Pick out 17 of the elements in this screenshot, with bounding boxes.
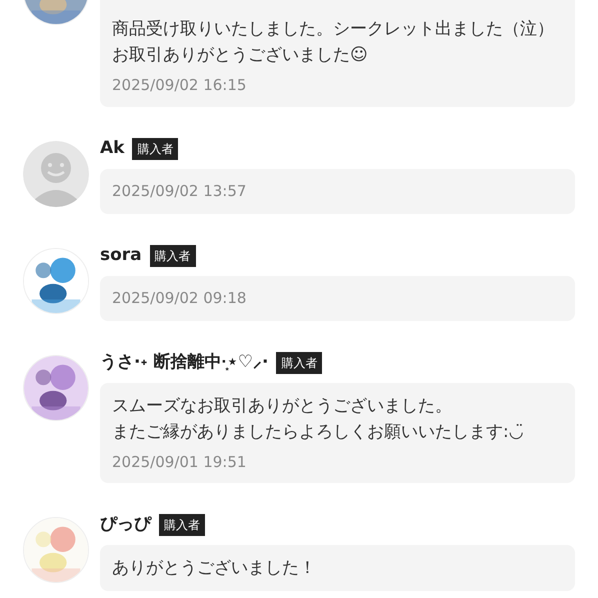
user-name: sora	[100, 244, 142, 267]
comment-time: 2025/09/02 16:15	[112, 75, 248, 96]
comment-time: 2025/09/01 19:51	[112, 452, 248, 472]
buyer-label: 購入者	[159, 514, 205, 536]
user-name: Ak	[100, 136, 124, 160]
buyer-label: 購入者	[132, 138, 178, 160]
buyer-label: 購入者	[150, 244, 196, 266]
default-avatar-icon	[23, 140, 89, 206]
comment-text: ありがとうございました！	[112, 557, 317, 580]
comment-time: 2025/09/02 13:57	[112, 180, 248, 202]
comment-line: スムーズなお取引ありがとうございました。	[112, 394, 453, 418]
user-name: ぴっぴ	[100, 513, 151, 536]
comment-line: またご縁がありましたらよろしくお願いいたします:◡̈	[112, 420, 525, 444]
comment-text: 商品受け取りいたしました。シークレット出ました（泣）お取引ありがとうございました☺	[112, 18, 555, 67]
comment-time: 2025/09/02 09:18	[112, 288, 248, 309]
buyer-label: 購入者	[276, 352, 322, 374]
user-name: うさ·˖ 断捨離中·͙⋆♡⸝·	[100, 350, 268, 374]
